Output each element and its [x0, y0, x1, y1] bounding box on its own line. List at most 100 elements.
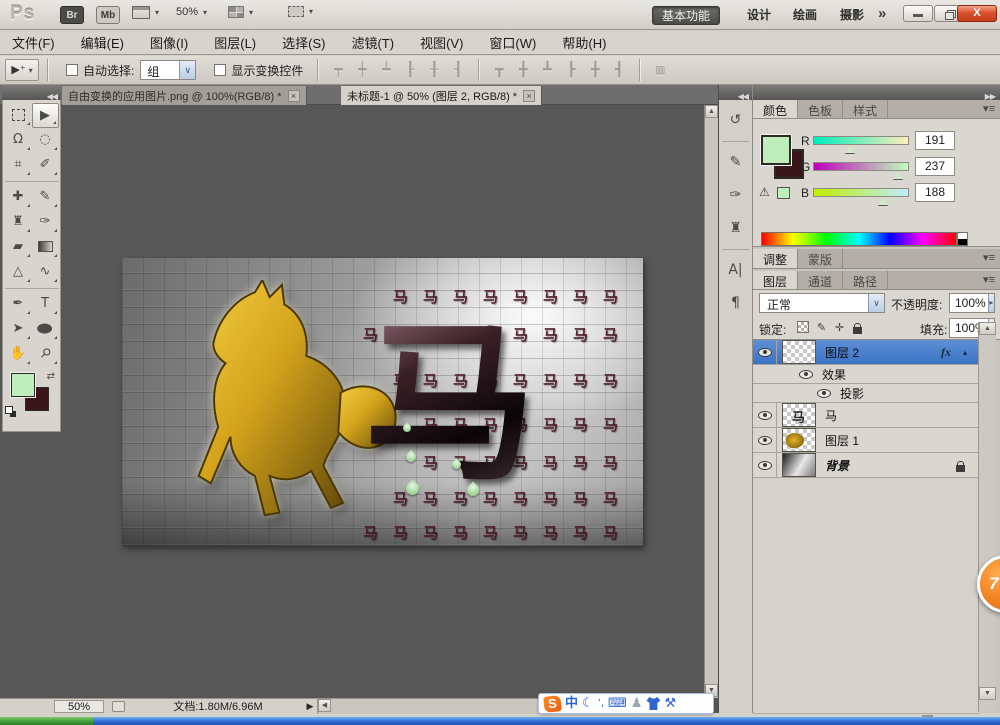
layer-row-layer2[interactable]: 图层 2 fx ▴: [753, 340, 979, 365]
canvas-image[interactable]: 马马马马马马马马 马马马马马马马马马 马马马马马马马马 马马马马马马马 马马马马…: [122, 258, 643, 546]
wrench-icon[interactable]: ⚒: [664, 695, 676, 713]
brush-tool[interactable]: ✎: [32, 185, 59, 210]
move-tool[interactable]: ▶: [32, 103, 59, 128]
red-slider-thumb[interactable]: [845, 145, 855, 153]
smudge-tool[interactable]: ∿: [32, 260, 59, 285]
close-button[interactable]: X: [957, 5, 997, 22]
blue-slider[interactable]: [813, 188, 909, 197]
align-left-icon[interactable]: ┠: [398, 62, 422, 78]
tab-layers[interactable]: 图层: [753, 271, 798, 289]
layer-effects-row[interactable]: 效果: [753, 365, 979, 384]
distribute-left-icon[interactable]: ┣: [559, 62, 583, 78]
zoom-level-button[interactable]: 50%▾: [176, 6, 207, 18]
panel-menu-icon[interactable]: ▾≡: [983, 102, 995, 115]
panel-menu-icon[interactable]: ▾≡: [983, 251, 995, 264]
distribute-vcenter-icon[interactable]: ╋: [511, 62, 535, 78]
visibility-toggle[interactable]: [753, 340, 777, 364]
align-bottom-icon[interactable]: ┷: [374, 62, 398, 78]
screen-mode-button[interactable]: ▾: [288, 6, 313, 17]
clone-source-panel-button[interactable]: ♜: [723, 215, 749, 241]
auto-select-dropdown[interactable]: 组∨: [140, 60, 196, 80]
menu-file[interactable]: 文件(F): [12, 33, 55, 52]
visibility-toggle[interactable]: [753, 453, 777, 477]
opacity-field[interactable]: 100%▸: [949, 293, 995, 313]
gradient-tool[interactable]: [32, 235, 59, 260]
quick-selection-tool[interactable]: ◌: [32, 128, 59, 153]
status-zoom-field[interactable]: 50%: [54, 700, 104, 713]
menu-image[interactable]: 图像(I): [150, 33, 188, 52]
scroll-down-icon[interactable]: ▼: [979, 687, 996, 700]
eyedropper-tool[interactable]: ✐: [32, 153, 59, 178]
align-vcenter-icon[interactable]: ┿: [350, 62, 374, 78]
brush-panel-button[interactable]: ✎: [723, 149, 749, 175]
lock-transparency-icon[interactable]: [797, 321, 809, 333]
layer-thumbnail[interactable]: [782, 453, 816, 477]
collapse-tools-icon[interactable]: ◀◀: [47, 92, 57, 101]
spectrum-bw-swatches[interactable]: [957, 232, 968, 246]
mini-bridge-button[interactable]: Mb: [96, 6, 120, 24]
color-spectrum-ramp[interactable]: [761, 232, 957, 246]
layers-panel-scrollbar[interactable]: ▲ ▼: [978, 322, 996, 712]
red-value-field[interactable]: 191: [915, 131, 955, 150]
layer-row-ma[interactable]: 马 马: [753, 403, 979, 428]
collapse-dock-icon[interactable]: ◀◀: [738, 92, 748, 101]
layer-thumbnail[interactable]: [782, 428, 816, 452]
lasso-tool[interactable]: Ω: [5, 128, 32, 153]
ime-language-icon[interactable]: 中: [565, 695, 578, 713]
type-tool[interactable]: T: [32, 292, 59, 317]
menu-select[interactable]: 选择(S): [282, 33, 325, 52]
close-tab-icon[interactable]: ×: [523, 90, 535, 102]
auto-select-checkbox[interactable]: [66, 64, 78, 76]
bridge-button[interactable]: Br: [60, 6, 84, 24]
start-button-edge[interactable]: [0, 717, 93, 725]
layer-name[interactable]: 背景: [825, 457, 849, 474]
moon-icon[interactable]: ☾: [582, 695, 594, 713]
layer-row-layer1[interactable]: 图层 1: [753, 428, 979, 453]
zoom-tool[interactable]: ⚲: [32, 342, 59, 367]
auto-align-icon[interactable]: ▥: [648, 62, 672, 78]
brush-presets-panel-button[interactable]: ✑: [723, 182, 749, 208]
visibility-toggle[interactable]: [753, 428, 777, 452]
workspace-painting-button[interactable]: 绘画: [784, 6, 826, 25]
red-slider[interactable]: [813, 136, 909, 145]
scroll-up-icon[interactable]: ▲: [705, 105, 718, 118]
eraser-tool[interactable]: ▰: [5, 235, 32, 260]
blue-value-field[interactable]: 188: [915, 183, 955, 202]
vertical-scrollbar[interactable]: ▲ ▼: [704, 105, 718, 698]
view-extras-button[interactable]: ▾: [132, 6, 159, 19]
crop-tool[interactable]: ⌗: [5, 153, 32, 178]
gamut-color-swatch[interactable]: [777, 187, 790, 199]
lock-pixels-icon[interactable]: ✎: [817, 321, 826, 334]
arrange-documents-button[interactable]: ▾: [228, 6, 253, 18]
move-tool-preset-button[interactable]: ▶⁺▾: [5, 59, 39, 81]
workspace-essentials-button[interactable]: 基本功能: [652, 6, 720, 25]
distribute-top-icon[interactable]: ┳: [487, 62, 511, 78]
menu-edit[interactable]: 编辑(E): [81, 33, 124, 52]
character-panel-button[interactable]: A|: [723, 257, 749, 283]
layer-thumbnail[interactable]: [782, 340, 816, 364]
skin-shirt-icon[interactable]: [646, 697, 660, 710]
green-slider-thumb[interactable]: [893, 171, 903, 179]
punctuation-icon[interactable]: ’,: [598, 695, 604, 713]
blue-slider-thumb[interactable]: [878, 197, 888, 205]
panel-menu-icon[interactable]: ▾≡: [983, 273, 995, 286]
lock-position-icon[interactable]: ✛: [835, 321, 844, 334]
fx-collapse-icon[interactable]: ▴: [963, 348, 967, 357]
foreground-color-swatch[interactable]: [11, 373, 35, 397]
paragraph-panel-button[interactable]: ¶: [723, 290, 749, 316]
sharpen-tool[interactable]: △: [5, 260, 32, 285]
tab-swatches[interactable]: 色板: [798, 100, 843, 118]
status-menu-arrow-icon[interactable]: ▶: [303, 701, 317, 712]
default-colors-icon[interactable]: [5, 406, 16, 417]
gamut-warning-icon[interactable]: ⚠: [759, 185, 770, 199]
menu-window[interactable]: 窗口(W): [489, 33, 536, 52]
align-right-icon[interactable]: ┨: [446, 62, 470, 78]
scroll-up-icon[interactable]: ▲: [979, 322, 996, 335]
green-value-field[interactable]: 237: [915, 157, 955, 176]
history-brush-tool[interactable]: ✑: [32, 210, 59, 235]
marquee-tool[interactable]: [5, 103, 32, 128]
tab-masks[interactable]: 蒙版: [798, 249, 843, 268]
path-selection-tool[interactable]: ➤: [5, 317, 32, 342]
sogou-logo-icon[interactable]: S: [543, 695, 562, 713]
foreground-color-swatch[interactable]: [761, 135, 791, 165]
